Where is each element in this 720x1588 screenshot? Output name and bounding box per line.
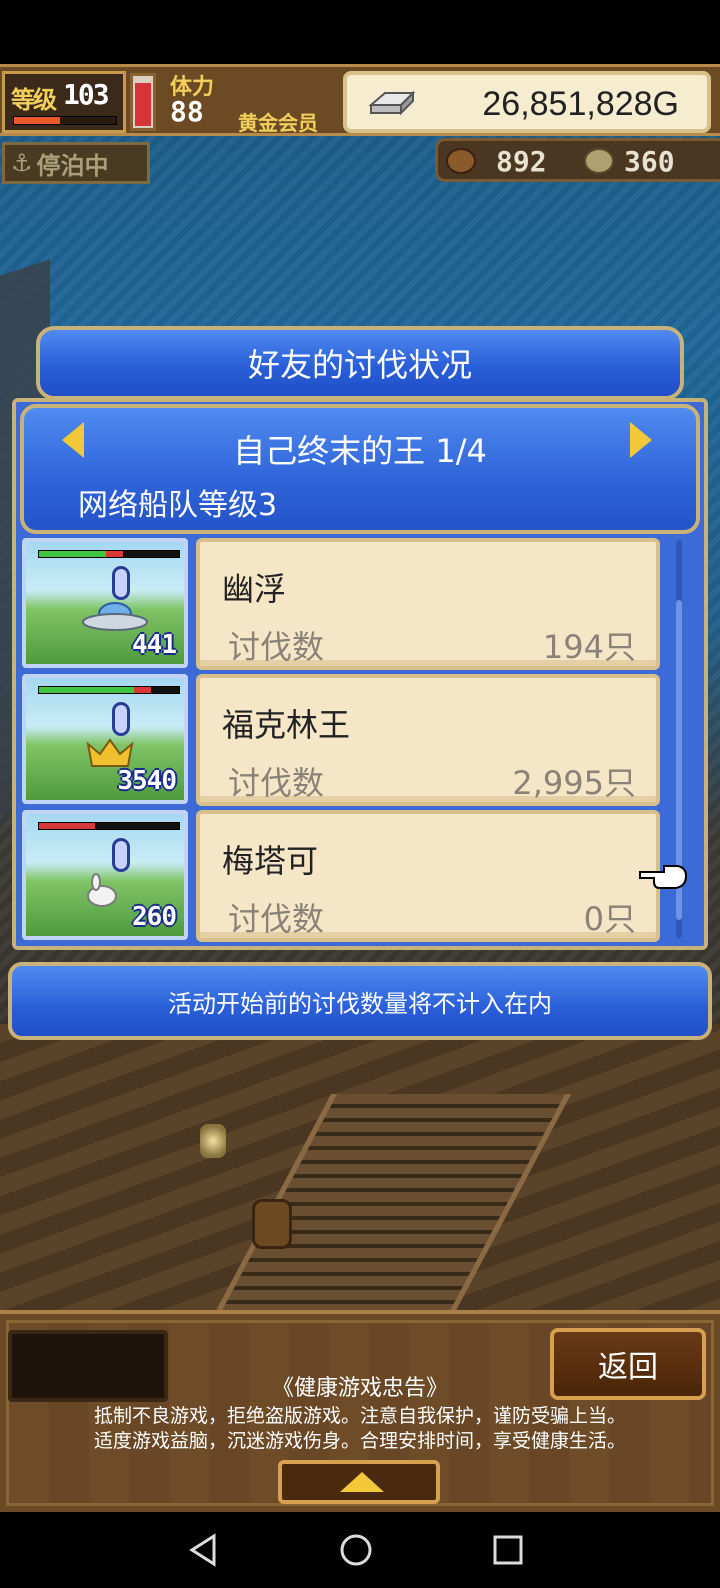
hp-bar <box>38 822 180 830</box>
health-advice-text: 抵制不良游戏，拒绝盗版游戏。注意自我保护，谨防受骗上当。 适度游戏益脑，沉迷游戏… <box>0 1404 720 1454</box>
medal-icon <box>584 148 614 174</box>
list-item[interactable]: 441 幽浮 讨伐数 194只 <box>20 538 660 670</box>
hp-bar <box>38 550 180 558</box>
friend-name: 梅塔可 <box>222 842 319 880</box>
friend-name: 福克林王 <box>222 706 351 744</box>
membership-badge: 黄金会员 <box>238 111 318 135</box>
kill-count-label: 讨伐数 <box>228 900 325 938</box>
friend-list: 441 幽浮 讨伐数 194只 3540 福克林王 讨伐数 2,995只 260… <box>20 538 660 942</box>
hp-fill <box>39 687 135 693</box>
kill-count: 2,995只 <box>512 764 636 802</box>
monster-thumbnail: 260 <box>22 810 188 940</box>
hud-row-2: ⚓ 停泊中 892 360 <box>0 138 720 188</box>
kill-count: 194只 <box>542 628 636 666</box>
resource-1-value: 892 <box>496 145 547 178</box>
gold-value: 26,851,828G <box>482 85 679 123</box>
hp-damage <box>106 551 123 557</box>
list-item[interactable]: 260 梅塔可 讨伐数 0只 <box>20 810 660 942</box>
health-advice-line-2: 适度游戏益脑，沉迷游戏伤身。合理安排时间，享受健康生活。 <box>93 1430 626 1452</box>
monster-power: 260 <box>132 902 177 932</box>
fleet-level: 网络船队等级3 <box>78 488 278 523</box>
friend-card[interactable]: 梅塔可 讨伐数 0只 <box>196 810 660 942</box>
level-value: 103 <box>63 78 110 111</box>
monster-thumbnail: 3540 <box>22 674 188 804</box>
friend-name: 幽浮 <box>222 570 287 608</box>
xp-bar <box>13 116 117 125</box>
kill-count-label: 讨伐数 <box>228 628 325 666</box>
kill-count-label: 讨伐数 <box>228 764 325 802</box>
system-nav-bar <box>0 1512 720 1588</box>
hp-damage <box>39 823 95 829</box>
home-circle-icon[interactable] <box>338 1532 374 1568</box>
alert-icon <box>112 566 130 600</box>
event-notice: 活动开始前的讨伐数量将不计入在内 <box>8 962 712 1040</box>
stamina-gauge <box>130 73 156 131</box>
boss-name: 自己终末的王 1/4 <box>233 432 487 470</box>
barrel <box>252 1199 292 1249</box>
anchor-icon: ⚓ <box>11 149 33 177</box>
next-boss-arrow-icon[interactable] <box>630 422 652 458</box>
friend-card[interactable]: 福克林王 讨伐数 2,995只 <box>196 674 660 806</box>
arrow-up-icon <box>340 1472 384 1492</box>
recents-square-icon[interactable] <box>490 1532 526 1568</box>
list-item[interactable]: 3540 福克林王 讨伐数 2,995只 <box>20 674 660 806</box>
friend-card[interactable]: 幽浮 讨伐数 194只 <box>196 538 660 670</box>
lantern <box>200 1124 226 1158</box>
hp-damage <box>134 687 151 693</box>
top-hud: 等级 103 体力 88 黄金会员 26,851,828G <box>0 64 720 136</box>
alert-icon <box>112 838 130 872</box>
stamina-value: 88 <box>170 95 204 128</box>
dialog-title: 好友的讨伐状况 <box>36 326 684 400</box>
resource-2-value: 360 <box>624 145 675 178</box>
monster-power: 3540 <box>117 766 177 796</box>
pointing-hand-icon <box>639 865 688 889</box>
dock-status-label: 停泊中 <box>36 151 109 180</box>
bottom-panel: 返回 《健康游戏忠告》 抵制不良游戏，拒绝盗版游戏。注意自我保护，谨防受骗上当。… <box>0 1310 720 1512</box>
hp-bar <box>38 686 180 694</box>
kill-count: 0只 <box>583 900 636 938</box>
monster-thumbnail: 441 <box>22 538 188 668</box>
dock-status[interactable]: ⚓ 停泊中 <box>2 142 150 184</box>
monster-power: 441 <box>132 630 177 660</box>
stamina-fill <box>135 83 151 126</box>
expand-menu-button[interactable] <box>278 1460 440 1504</box>
level-box: 等级 103 <box>2 71 126 133</box>
status-bar <box>0 0 720 64</box>
back-triangle-icon[interactable] <box>186 1532 222 1568</box>
gold-display[interactable]: 26,851,828G <box>343 71 711 133</box>
level-label: 等级 <box>11 86 57 114</box>
hp-fill <box>39 551 107 557</box>
health-advice-title: 《健康游戏忠告》 <box>271 1376 448 1401</box>
boss-header: 自己终末的王 1/4 网络船队等级3 <box>20 404 700 534</box>
resource-box: 892 360 <box>435 138 720 182</box>
alert-icon <box>112 702 130 736</box>
xp-fill <box>14 117 60 124</box>
meat-icon <box>446 148 476 174</box>
silver-ingot-icon <box>368 90 416 116</box>
health-advice-line-1: 抵制不良游戏，拒绝盗版游戏。注意自我保护，谨防受骗上当。 <box>93 1405 626 1427</box>
